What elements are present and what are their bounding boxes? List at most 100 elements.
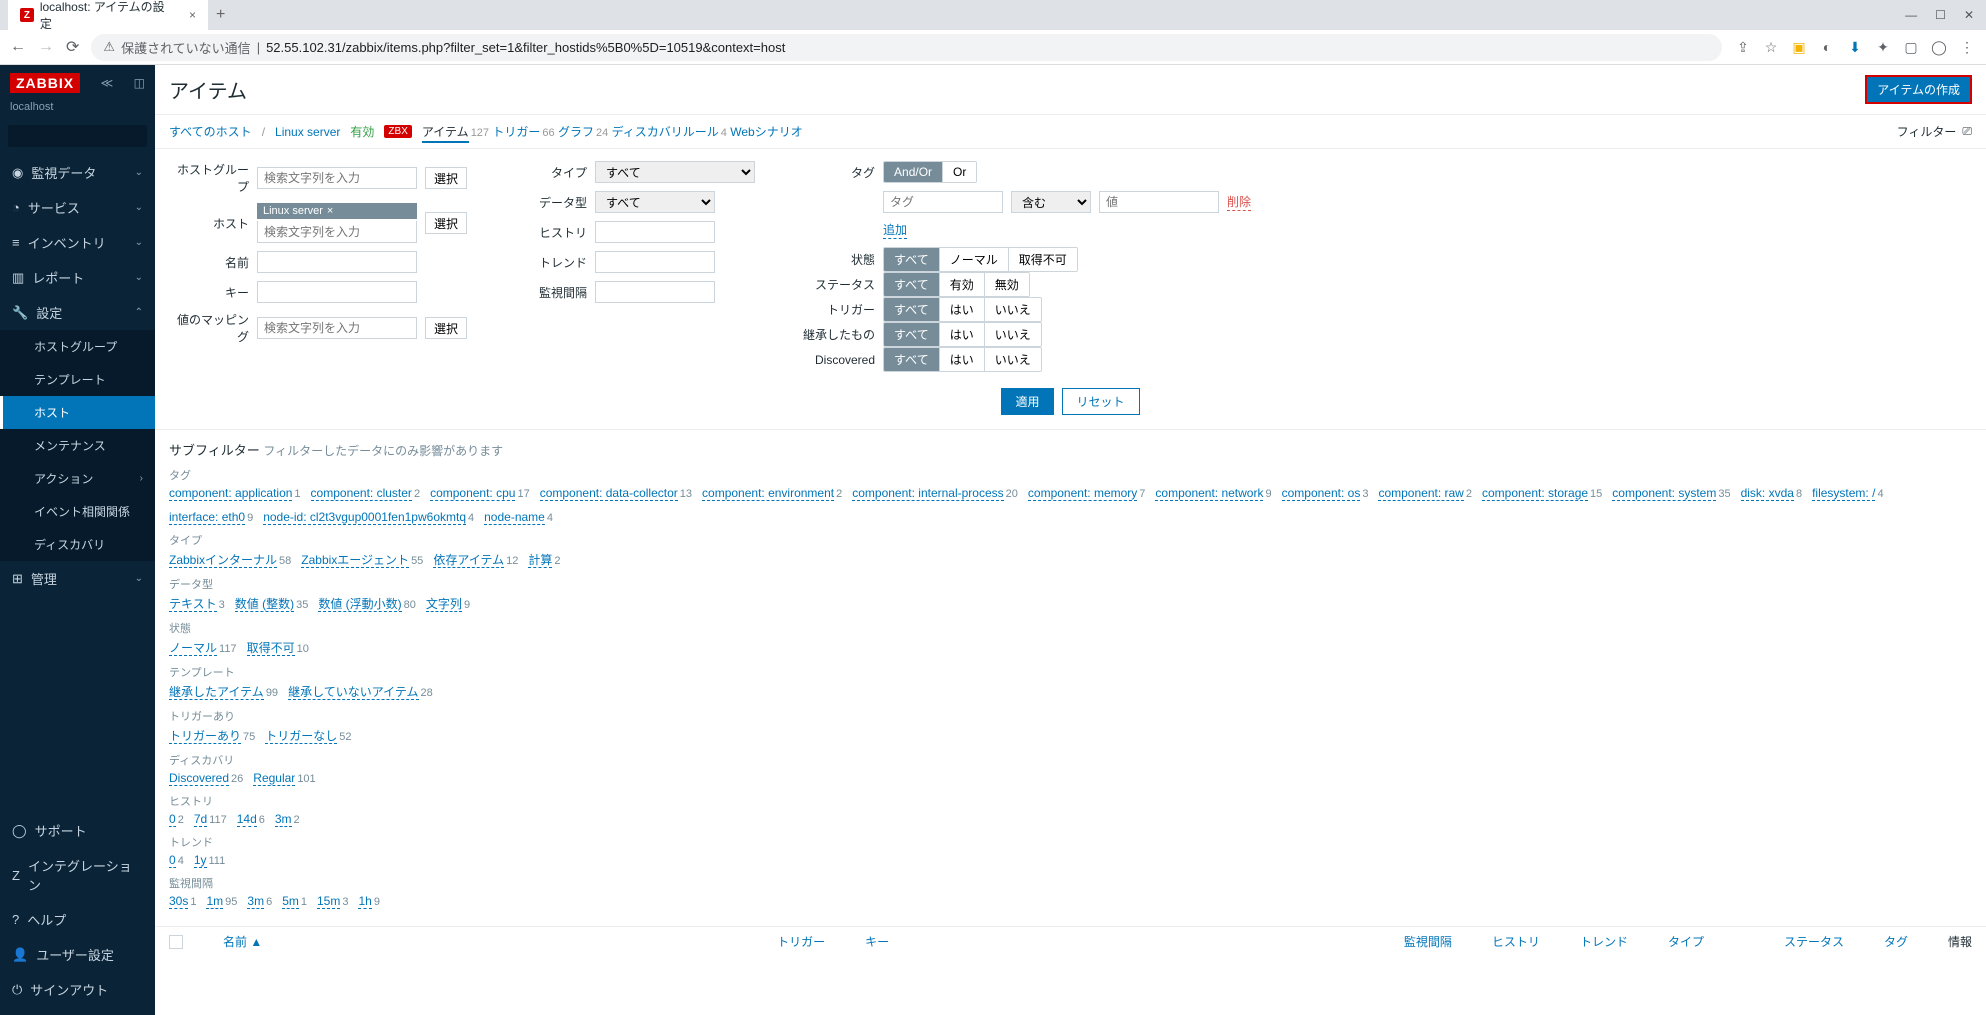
search-input[interactable] <box>14 129 169 143</box>
state-option[interactable]: ノーマル <box>940 248 1009 271</box>
subfilter-link[interactable]: node-name <box>484 510 545 525</box>
tab-link[interactable]: トリガー <box>492 125 540 139</box>
sidebar-subitem[interactable]: メンテナンス <box>0 429 155 462</box>
sidebar-item[interactable]: ≡インベントリ⌄ <box>0 225 155 260</box>
subfilter-link[interactable]: 0 <box>169 812 176 827</box>
status-option[interactable]: 有効 <box>940 273 985 296</box>
subfilter-link[interactable]: Discovered <box>169 771 229 786</box>
subfilter-link[interactable]: filesystem: / <box>1812 486 1875 501</box>
sidebar-item[interactable]: ◉監視データ⌄ <box>0 155 155 190</box>
logo[interactable]: ZABBIX <box>10 73 80 93</box>
status-option[interactable]: すべて <box>884 273 940 296</box>
maximize-icon[interactable]: ☐ <box>1935 8 1946 22</box>
extension-icon[interactable]: ◐ <box>1818 38 1836 56</box>
hostgroup-input[interactable] <box>257 167 417 189</box>
subfilter-link[interactable]: 計算 <box>528 553 552 568</box>
forward-icon[interactable]: → <box>38 38 54 56</box>
minimize-icon[interactable]: — <box>1905 8 1917 22</box>
andor-button[interactable]: And/Or <box>884 162 943 182</box>
puzzle-icon[interactable]: ✦ <box>1874 38 1892 56</box>
tag-value-input[interactable] <box>1099 191 1219 213</box>
subfilter-link[interactable]: 3m <box>275 812 292 827</box>
subfilter-link[interactable]: 1h <box>358 894 371 909</box>
subfilter-link[interactable]: Zabbixエージェント <box>301 553 409 568</box>
reset-button[interactable]: リセット <box>1062 388 1140 415</box>
subfilter-link[interactable]: テキスト <box>169 597 217 612</box>
close-window-icon[interactable]: ✕ <box>1964 8 1974 22</box>
inherited-option[interactable]: すべて <box>884 323 940 346</box>
hide-icon[interactable]: ◫ <box>134 76 145 90</box>
subfilter-link[interactable]: 5m <box>282 894 299 909</box>
sidebar-bottom-item[interactable]: 👤ユーザー設定 <box>0 937 155 972</box>
tab-link[interactable]: ディスカバリルール <box>612 125 719 139</box>
subfilter-link[interactable]: component: raw <box>1378 486 1463 501</box>
download-icon[interactable]: ⬇ <box>1846 38 1864 56</box>
star-icon[interactable]: ☆ <box>1762 38 1780 56</box>
trigger-option[interactable]: いいえ <box>985 298 1041 321</box>
profile-icon[interactable]: ◯ <box>1930 38 1948 56</box>
subfilter-link[interactable]: 0 <box>169 853 176 868</box>
tag-add-link[interactable]: 追加 <box>883 221 907 239</box>
filter-toggle[interactable]: フィルター ⎚ <box>1897 123 1972 140</box>
host-chip[interactable]: Linux server× <box>257 203 417 219</box>
col-interval[interactable]: 監視間隔 <box>1404 933 1452 950</box>
history-input[interactable] <box>595 221 715 243</box>
remove-icon[interactable]: × <box>327 205 333 217</box>
discovered-option[interactable]: すべて <box>884 348 940 371</box>
interval-input[interactable] <box>595 281 715 303</box>
subfilter-link[interactable]: component: application <box>169 486 292 501</box>
subfilter-link[interactable]: 数値 (整数) <box>235 597 294 612</box>
host-link[interactable]: Linux server <box>275 125 340 139</box>
col-tag[interactable]: タグ <box>1884 933 1908 950</box>
key-input[interactable] <box>257 281 417 303</box>
host-input[interactable] <box>257 221 417 243</box>
subfilter-link[interactable]: 文字列 <box>426 597 462 612</box>
sidebar-bottom-item[interactable]: Zインテグレーション <box>0 848 155 902</box>
inherited-option[interactable]: はい <box>940 323 985 346</box>
subfilter-link[interactable]: component: environment <box>702 486 834 501</box>
subfilter-link[interactable]: トリガーなし <box>265 729 337 744</box>
all-hosts-link[interactable]: すべてのホスト <box>169 123 252 140</box>
inherited-option[interactable]: いいえ <box>985 323 1041 346</box>
discovered-option[interactable]: いいえ <box>985 348 1041 371</box>
menu-icon[interactable]: ⋮ <box>1958 38 1976 56</box>
col-key[interactable]: キー <box>865 933 889 950</box>
sidebar-bottom-item[interactable]: ⏻サインアウト <box>0 972 155 1007</box>
search-box[interactable]: 🔍 <box>8 125 147 147</box>
new-tab-button[interactable]: + <box>216 6 225 24</box>
subfilter-link[interactable]: component: memory <box>1028 486 1137 501</box>
sidebar-item[interactable]: ▥レポート⌄ <box>0 260 155 295</box>
state-option[interactable]: 取得不可 <box>1009 248 1077 271</box>
subfilter-link[interactable]: 取得不可 <box>247 641 295 656</box>
subfilter-link[interactable]: 14d <box>237 812 257 827</box>
subfilter-link[interactable]: トリガーあり <box>169 729 241 744</box>
subfilter-link[interactable]: 継承していないアイテム <box>288 685 418 700</box>
col-trigger[interactable]: トリガー <box>777 933 825 950</box>
subfilter-link[interactable]: interface: eth0 <box>169 510 245 525</box>
subfilter-link[interactable]: component: system <box>1612 486 1716 501</box>
subfilter-link[interactable]: 7d <box>194 812 207 827</box>
sidebar-item[interactable]: 🔧設定⌃ <box>0 295 155 330</box>
col-trend[interactable]: トレンド <box>1580 933 1628 950</box>
extension-icon[interactable]: ▣ <box>1790 38 1808 56</box>
status-option[interactable]: 無効 <box>985 273 1029 296</box>
apply-button[interactable]: 適用 <box>1001 388 1053 415</box>
tab-link[interactable]: アイテム <box>422 125 469 143</box>
subfilter-link[interactable]: component: os <box>1282 486 1361 501</box>
sidebar-subitem[interactable]: アクション› <box>0 462 155 495</box>
discovered-option[interactable]: はい <box>940 348 985 371</box>
col-type[interactable]: タイプ <box>1668 933 1704 950</box>
sidebar-bottom-item[interactable]: ◯サポート <box>0 813 155 848</box>
type-select[interactable]: すべて <box>595 161 755 183</box>
host-select-button[interactable]: 選択 <box>425 212 467 234</box>
tab-link[interactable]: グラフ <box>558 125 594 139</box>
sidebar-subitem[interactable]: ホストグループ <box>0 330 155 363</box>
tag-op-select[interactable]: 含む <box>1011 191 1091 213</box>
name-input[interactable] <box>257 251 417 273</box>
subfilter-link[interactable]: 1m <box>206 894 223 909</box>
valuemap-input[interactable] <box>257 317 417 339</box>
col-history[interactable]: ヒストリ <box>1492 933 1540 950</box>
subfilter-link[interactable]: disk: xvda <box>1741 486 1794 501</box>
subfilter-link[interactable]: Zabbixインターナル <box>169 553 277 568</box>
subfilter-link[interactable]: 3m <box>247 894 264 909</box>
